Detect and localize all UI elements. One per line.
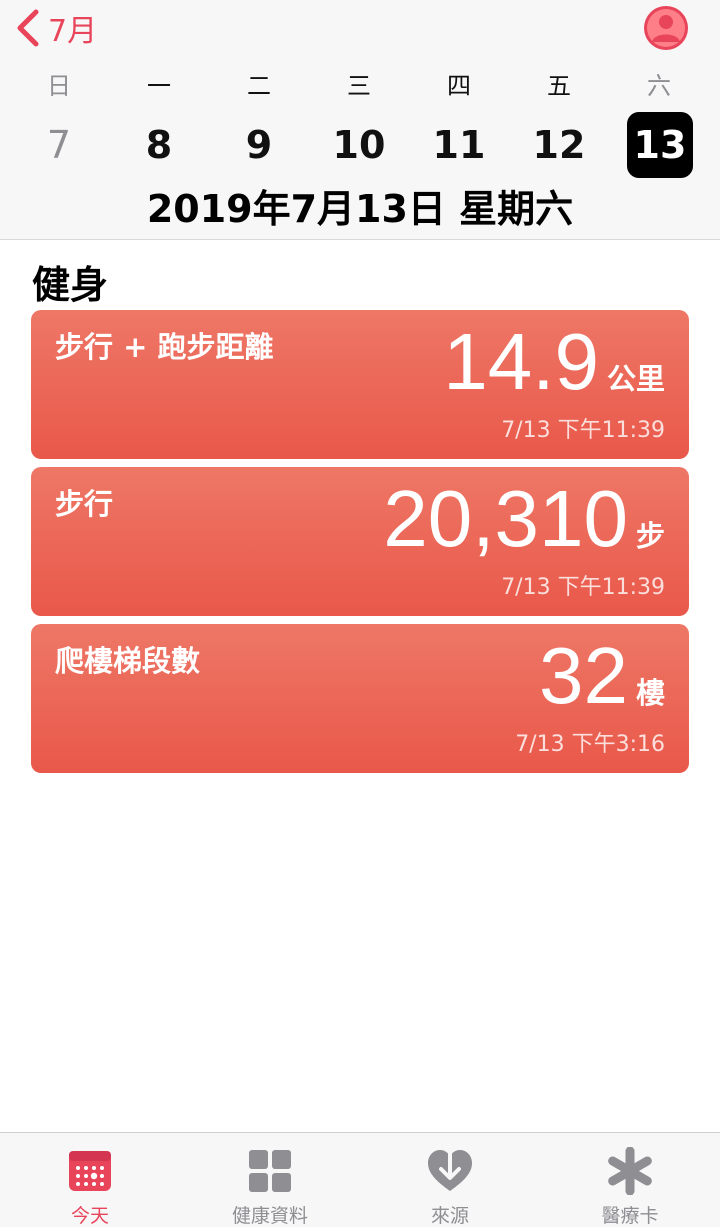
weekday-sat: 六	[647, 72, 671, 100]
chevron-left-icon	[17, 9, 39, 47]
back-month-label: 7月	[48, 14, 98, 49]
card-timestamp: 7/13 下午3:16	[515, 732, 665, 757]
weekday-row: 日 一 二 三 四 五 六	[0, 66, 720, 100]
weekday-wed: 三	[347, 72, 371, 100]
date-9[interactable]: 9	[226, 112, 292, 178]
tab-label: 健康資料	[231, 1205, 308, 1227]
asterisk-icon	[608, 1147, 652, 1195]
card-value: 32	[539, 631, 628, 720]
date-8[interactable]: 8	[126, 112, 192, 178]
date-12[interactable]: 12	[526, 112, 592, 178]
weekday-thu: 四	[447, 72, 471, 100]
card-value-group: 20,310 步	[383, 479, 665, 559]
card-timestamp: 7/13 下午11:39	[501, 575, 665, 600]
section-title-fitness: 健身	[32, 263, 109, 307]
date-13-selected[interactable]: 13	[627, 112, 693, 178]
tab-label: 今天	[70, 1205, 109, 1227]
card-value: 14.9	[443, 317, 599, 406]
card-title: 爬樓梯段數	[55, 644, 201, 678]
card-steps[interactable]: 步行 20,310 步 7/13 下午11:39	[31, 467, 689, 616]
tab-bar: 今天 健康資料 來源 醫療卡	[0, 1132, 720, 1227]
weekday-tue: 二	[247, 72, 271, 100]
tab-medical-id[interactable]: 醫療卡	[540, 1133, 720, 1227]
full-date-title: 2019年7月13日 星期六	[146, 187, 574, 231]
card-value: 20,310	[383, 474, 628, 563]
card-title: 步行 + 跑步距離	[55, 330, 274, 364]
card-flights-climbed[interactable]: 爬樓梯段數 32 樓 7/13 下午3:16	[31, 624, 689, 773]
card-value-group: 32 樓	[539, 636, 665, 716]
weekday-sun: 日	[47, 72, 71, 100]
date-7[interactable]: 7	[26, 112, 92, 178]
date-10[interactable]: 10	[326, 112, 392, 178]
weekday-fri: 五	[547, 72, 571, 100]
calendar-header: 7月 日 一 二 三 四 五 六 7 8 9 10 11 12 13 2019年…	[0, 0, 720, 240]
card-walk-run-distance[interactable]: 步行 + 跑步距離 14.9 公里 7/13 下午11:39	[31, 310, 689, 459]
card-unit: 公里	[606, 362, 665, 396]
grid-icon	[249, 1150, 291, 1192]
tab-health-data[interactable]: 健康資料	[180, 1133, 360, 1227]
back-button[interactable]: 7月	[14, 8, 98, 49]
card-timestamp: 7/13 下午11:39	[501, 418, 665, 443]
tab-today[interactable]: 今天	[0, 1133, 180, 1227]
heart-download-icon	[428, 1147, 472, 1191]
date-11[interactable]: 11	[426, 112, 492, 178]
profile-avatar-icon[interactable]	[642, 4, 690, 52]
card-title: 步行	[55, 487, 114, 521]
calendar-icon	[69, 1151, 111, 1191]
card-unit: 步	[635, 519, 665, 553]
tab-label: 醫療卡	[601, 1205, 659, 1227]
card-unit: 樓	[635, 676, 665, 710]
weekday-mon: 一	[147, 72, 171, 100]
tab-sources[interactable]: 來源	[360, 1133, 540, 1227]
tab-label: 來源	[430, 1205, 469, 1227]
card-value-group: 14.9 公里	[443, 322, 665, 402]
date-row: 7 8 9 10 11 12 13	[0, 112, 720, 180]
